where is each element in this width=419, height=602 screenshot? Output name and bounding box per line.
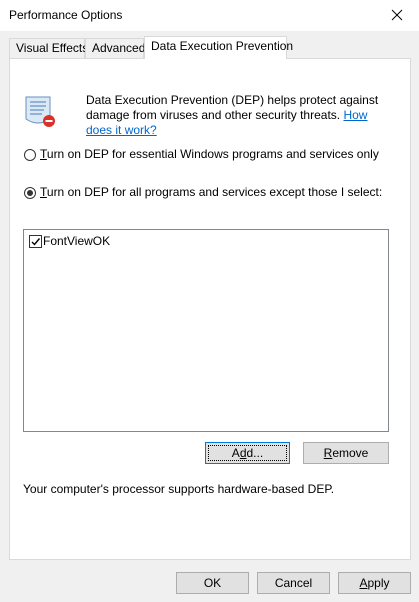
list-item[interactable]: FontViewOK — [26, 233, 386, 249]
tab-data-execution-prevention[interactable]: Data Execution Prevention — [144, 36, 293, 59]
radio-all-programs[interactable] — [24, 187, 36, 199]
dep-shield-icon — [22, 95, 58, 132]
cancel-button[interactable]: Cancel — [257, 572, 330, 594]
radio-essential-label[interactable]: Turn on DEP for essential Windows progra… — [40, 147, 379, 161]
program-name: FontViewOK — [43, 234, 111, 248]
checkmark-icon — [31, 238, 41, 246]
tab-advanced[interactable]: Advanced — [85, 38, 145, 58]
close-button[interactable] — [384, 4, 410, 26]
dep-status-text: Your computer's processor supports hardw… — [23, 482, 335, 496]
program-list[interactable]: FontViewOK — [23, 229, 389, 432]
title-bar: Performance Options — [0, 0, 419, 31]
window-title: Performance Options — [9, 8, 123, 22]
close-icon — [391, 9, 403, 21]
radio-essential-only[interactable] — [24, 149, 36, 161]
tab-visual-effects[interactable]: Visual Effects — [9, 38, 88, 58]
add-button[interactable]: Add... — [205, 442, 290, 464]
radio-all-label[interactable]: Turn on DEP for all programs and service… — [40, 185, 382, 199]
apply-button[interactable]: Apply — [338, 572, 411, 594]
radio-selected-dot — [27, 190, 33, 196]
focus-rectangle — [208, 445, 287, 461]
dep-description: Data Execution Prevention (DEP) helps pr… — [86, 93, 379, 137]
program-checkbox[interactable] — [29, 235, 42, 248]
ok-button[interactable]: OK — [176, 572, 249, 594]
remove-button[interactable]: Remove — [303, 442, 389, 464]
